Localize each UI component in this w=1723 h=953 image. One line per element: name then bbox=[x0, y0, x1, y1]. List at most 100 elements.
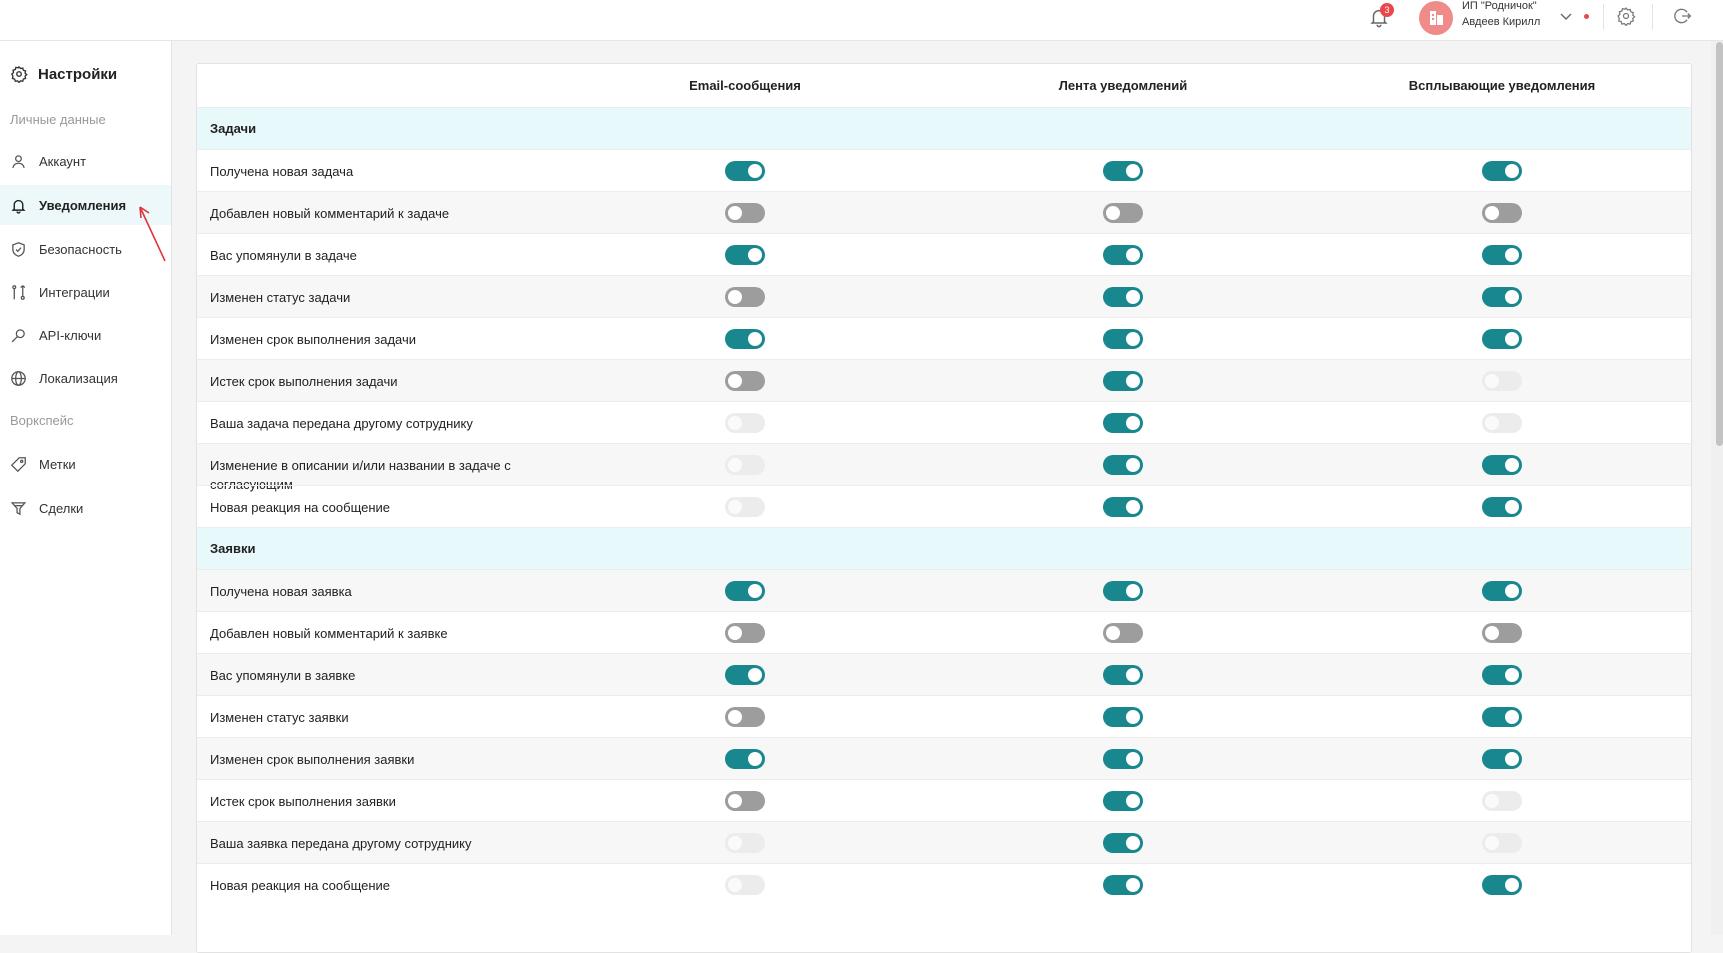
feed-toggle[interactable] bbox=[1103, 791, 1143, 811]
feed-toggle[interactable] bbox=[1103, 287, 1143, 307]
feed-toggle[interactable] bbox=[1103, 497, 1143, 517]
feed-toggle[interactable] bbox=[1103, 665, 1143, 685]
divider bbox=[1652, 4, 1653, 30]
popup-toggle bbox=[1482, 413, 1522, 433]
notification-label: Добавлен новый комментарий к заявке bbox=[210, 626, 448, 641]
sidebar-item-label: Безопасность bbox=[39, 241, 122, 257]
section-workspace: Воркспейс bbox=[10, 413, 74, 428]
sidebar-item-localization[interactable]: Локализация bbox=[0, 358, 171, 398]
email-toggle[interactable] bbox=[725, 329, 765, 349]
email-toggle[interactable] bbox=[725, 791, 765, 811]
feed-toggle[interactable] bbox=[1103, 833, 1143, 853]
notification-row: Изменен статус задачи bbox=[197, 275, 1691, 317]
user-icon bbox=[12, 154, 25, 168]
column-header-popup: Всплывающие уведомления bbox=[1408, 78, 1596, 93]
notification-row: Вас упомянули в задаче bbox=[197, 233, 1691, 275]
notification-row: Истек срок выполнения задачи bbox=[197, 359, 1691, 401]
bell-icon bbox=[11, 199, 26, 214]
popup-toggle[interactable] bbox=[1482, 749, 1522, 769]
feed-toggle[interactable] bbox=[1103, 245, 1143, 265]
popup-toggle[interactable] bbox=[1482, 287, 1522, 307]
popup-toggle[interactable] bbox=[1482, 329, 1522, 349]
popup-toggle[interactable] bbox=[1482, 245, 1522, 265]
email-toggle[interactable] bbox=[725, 623, 765, 643]
notification-settings-table: Email-сообщения Лента уведомлений Всплыв… bbox=[196, 63, 1692, 953]
sidebar-item-integrations[interactable]: Интеграции bbox=[0, 272, 171, 312]
feed-toggle[interactable] bbox=[1103, 329, 1143, 349]
email-toggle[interactable] bbox=[725, 203, 765, 223]
popup-toggle[interactable] bbox=[1482, 497, 1522, 517]
logout-icon[interactable] bbox=[1672, 6, 1692, 26]
tag-icon bbox=[10, 456, 26, 472]
notification-row: Новая реакция на сообщение bbox=[197, 485, 1691, 527]
email-toggle[interactable] bbox=[725, 245, 765, 265]
section-header-row: Задачи bbox=[197, 107, 1691, 149]
email-toggle[interactable] bbox=[725, 665, 765, 685]
notification-label: Ваша заявка передана другому сотруднику bbox=[210, 836, 472, 851]
shield-icon bbox=[12, 241, 25, 257]
sidebar-item-label: Интеграции bbox=[39, 284, 110, 300]
feed-toggle[interactable] bbox=[1103, 875, 1143, 895]
sidebar-title-label: Настройки bbox=[38, 65, 118, 83]
feed-toggle[interactable] bbox=[1103, 371, 1143, 391]
org-avatar[interactable] bbox=[1419, 1, 1453, 35]
notification-row: Получена новая задача bbox=[197, 149, 1691, 191]
building-icon bbox=[1430, 11, 1443, 25]
email-toggle[interactable] bbox=[725, 161, 765, 181]
notification-row: Получена новая заявка bbox=[197, 569, 1691, 611]
email-toggle[interactable] bbox=[725, 371, 765, 391]
feed-toggle[interactable] bbox=[1103, 707, 1143, 727]
email-toggle[interactable] bbox=[725, 707, 765, 727]
feed-toggle[interactable] bbox=[1103, 623, 1143, 643]
notification-label: Новая реакция на сообщение bbox=[210, 878, 391, 893]
email-toggle bbox=[725, 413, 765, 433]
sidebar-item-account[interactable]: Аккаунт bbox=[0, 141, 171, 181]
column-header-feed: Лента уведомлений bbox=[1058, 78, 1188, 93]
email-toggle bbox=[725, 455, 765, 475]
notification-label: Вас упомянули в заявке bbox=[210, 668, 356, 683]
popup-toggle[interactable] bbox=[1482, 875, 1522, 895]
popup-toggle[interactable] bbox=[1482, 665, 1522, 685]
popup-toggle[interactable] bbox=[1482, 161, 1522, 181]
notification-row: Изменение в описании и/или названии в за… bbox=[197, 443, 1691, 492]
gear-icon[interactable] bbox=[1616, 6, 1636, 26]
notification-label: Изменен статус заявки bbox=[210, 710, 349, 725]
sidebar-item-label: Аккаунт bbox=[39, 153, 87, 169]
scrollbar-thumb[interactable] bbox=[1716, 42, 1723, 446]
feed-toggle[interactable] bbox=[1103, 161, 1143, 181]
sidebar-item-deals[interactable]: Сделки bbox=[0, 488, 171, 528]
notification-label: Изменен срок выполнения заявки bbox=[210, 752, 415, 767]
feed-toggle[interactable] bbox=[1103, 413, 1143, 433]
sidebar-item-label: API-ключи bbox=[39, 327, 102, 343]
notification-label: Изменен статус задачи bbox=[210, 290, 351, 305]
popup-toggle[interactable] bbox=[1482, 455, 1522, 475]
settings-sidebar: Настройки Личные данные Аккаунт Уведомле… bbox=[0, 41, 172, 935]
email-toggle[interactable] bbox=[725, 287, 765, 307]
chevron-down-icon[interactable] bbox=[1559, 9, 1573, 23]
notification-label: Истек срок выполнения задачи bbox=[210, 374, 398, 389]
notification-row: Добавлен новый комментарий к заявке bbox=[197, 611, 1691, 653]
popup-toggle[interactable] bbox=[1482, 623, 1522, 643]
sidebar-item-tags[interactable]: Метки bbox=[0, 444, 171, 484]
top-bar: 3 ИП "Родничок" Авдеев Кирилл bbox=[0, 0, 1723, 41]
feed-toggle[interactable] bbox=[1103, 749, 1143, 769]
email-toggle[interactable] bbox=[725, 581, 765, 601]
sidebar-item-api-keys[interactable]: API-ключи bbox=[0, 315, 171, 355]
status-dot bbox=[1584, 14, 1589, 19]
sidebar-item-label: Локализация bbox=[39, 370, 118, 386]
integration-icon bbox=[12, 284, 26, 300]
notification-label: Новая реакция на сообщение bbox=[210, 500, 391, 515]
key-icon bbox=[11, 328, 25, 342]
notification-label: Получена новая заявка bbox=[210, 584, 352, 599]
email-toggle[interactable] bbox=[725, 749, 765, 769]
notification-row: Ваша заявка передана другому сотруднику bbox=[197, 821, 1691, 863]
section-header-row: Заявки bbox=[197, 527, 1691, 569]
feed-toggle[interactable] bbox=[1103, 455, 1143, 475]
popup-toggle[interactable] bbox=[1482, 581, 1522, 601]
popup-toggle[interactable] bbox=[1482, 707, 1522, 727]
email-toggle bbox=[725, 497, 765, 517]
feed-toggle[interactable] bbox=[1103, 203, 1143, 223]
feed-toggle[interactable] bbox=[1103, 581, 1143, 601]
popup-toggle[interactable] bbox=[1482, 203, 1522, 223]
section-title: Задачи bbox=[210, 121, 257, 136]
